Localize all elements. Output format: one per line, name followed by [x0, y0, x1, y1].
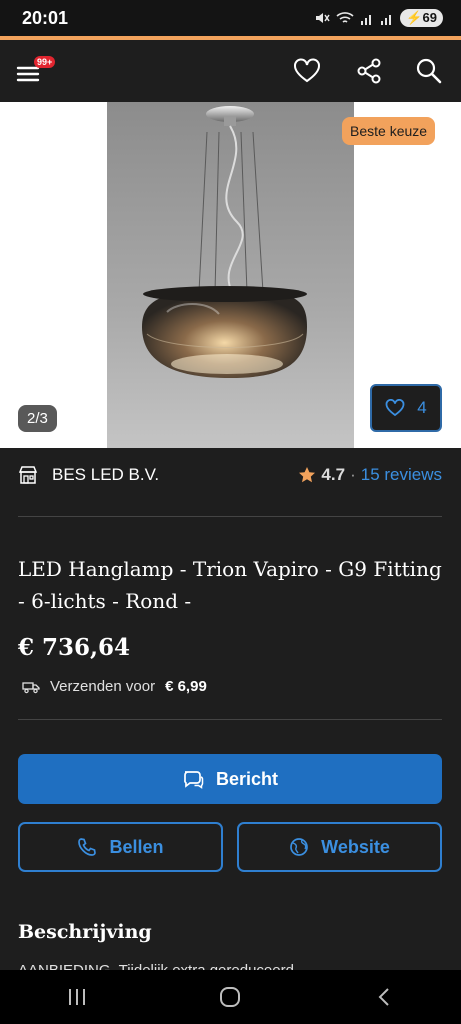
phone-icon — [78, 838, 97, 856]
favorite-count: 4 — [417, 398, 427, 417]
back-icon — [378, 988, 389, 1006]
seller-name: BES LED B.V. — [52, 465, 160, 484]
product-title: LED Hanglamp - Trion Vapiro - G9 Fitting… — [18, 557, 442, 613]
favorite-button[interactable] — [292, 56, 322, 86]
gallery-page-indicator: 2/3 — [18, 405, 57, 432]
product-photo[interactable] — [107, 102, 354, 448]
shipping-label: Verzenden voor — [50, 678, 156, 695]
home-button[interactable] — [210, 982, 250, 1012]
store-icon — [18, 466, 38, 484]
globe-icon — [290, 838, 309, 856]
website-button[interactable]: Website — [237, 822, 442, 872]
search-icon — [416, 58, 442, 84]
battery-indicator: ⚡69 — [400, 9, 443, 27]
menu-button[interactable]: 99+ — [16, 56, 56, 86]
divider — [18, 719, 442, 720]
truck-icon — [22, 681, 40, 693]
best-choice-badge: Beste keuze — [342, 117, 436, 145]
message-button-label: Bericht — [215, 768, 278, 789]
signal-icon — [381, 15, 392, 25]
seller-row: BES LED B.V. 4.7 · 15 reviews — [18, 460, 442, 490]
divider — [18, 516, 442, 517]
status-bar: 20:01 ⚡69 — [0, 0, 461, 36]
rating-value: 4.7 — [321, 465, 346, 484]
system-nav-bar — [0, 970, 461, 1024]
product-price: € 736,64 — [18, 634, 131, 661]
wifi-icon — [336, 12, 354, 23]
status-time: 20:01 — [22, 7, 69, 28]
shipping-price: € 6,99 — [165, 678, 207, 695]
product-gallery[interactable]: Beste keuze 2/3 4 — [0, 102, 461, 448]
reviews-link[interactable]: 15 reviews — [361, 465, 442, 485]
battery-level: 69 — [422, 10, 437, 25]
heart-icon — [294, 58, 320, 83]
chat-icon — [184, 771, 204, 789]
home-icon — [220, 987, 241, 1007]
rating-separator: · — [350, 465, 356, 484]
recent-apps-icon — [68, 989, 85, 1005]
heart-icon — [385, 399, 405, 417]
star-icon — [299, 467, 316, 483]
signal-icon — [361, 15, 372, 25]
seller-link[interactable]: BES LED B.V. — [18, 465, 159, 485]
status-icons: ⚡69 — [314, 9, 443, 27]
favorite-count-button[interactable]: 4 — [370, 384, 442, 432]
share-icon — [357, 58, 381, 84]
website-button-label: Website — [321, 836, 390, 857]
pendant-lamp-image — [142, 106, 307, 378]
back-button[interactable] — [364, 982, 404, 1012]
search-button[interactable] — [414, 56, 444, 86]
call-button[interactable]: Bellen — [18, 822, 223, 872]
message-button[interactable]: Bericht — [18, 754, 442, 804]
share-button[interactable] — [354, 56, 384, 86]
shipping-info: Verzenden voor € 6,99 — [22, 678, 207, 695]
notification-badge: 99+ — [34, 56, 56, 68]
recent-apps-button[interactable] — [57, 982, 97, 1012]
app-header: 99+ — [0, 40, 461, 102]
description-title: Beschrijving — [18, 921, 152, 943]
call-button-label: Bellen — [109, 836, 164, 857]
mute-icon — [316, 13, 330, 23]
rating: 4.7 · 15 reviews — [298, 465, 442, 485]
